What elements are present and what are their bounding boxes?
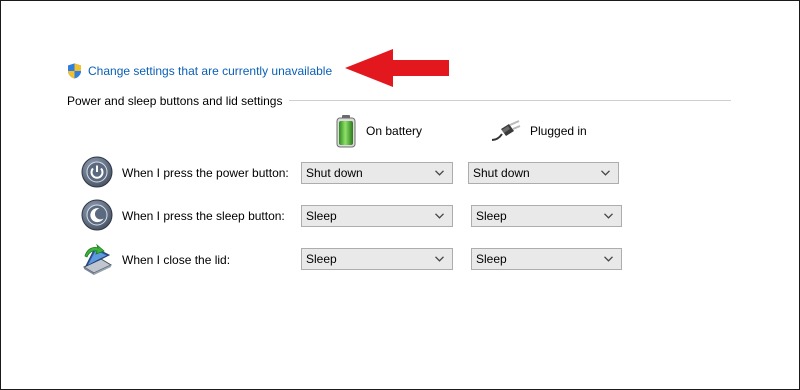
sleep-button-icon	[81, 199, 113, 231]
change-settings-row[interactable]: Change settings that are currently unava…	[67, 62, 332, 80]
sleep-button-on-battery-select[interactable]: Sleep	[301, 205, 453, 227]
chevron-down-icon	[435, 170, 444, 176]
uac-shield-icon	[68, 63, 81, 79]
chevron-down-icon	[435, 213, 444, 219]
chevron-down-icon	[435, 256, 444, 262]
laptop-lid-icon	[82, 243, 113, 275]
close-lid-plugged-in-value: Sleep	[476, 252, 507, 266]
power-plug-icon	[491, 120, 521, 141]
sleep-button-plugged-in-value: Sleep	[476, 209, 507, 223]
sleep-button-on-battery-value: Sleep	[306, 209, 337, 223]
change-settings-link[interactable]: Change settings that are currently unava…	[88, 64, 332, 78]
column-header-plugged-in: Plugged in	[491, 119, 587, 143]
chevron-down-icon	[604, 256, 613, 262]
power-button-label: When I press the power button:	[122, 166, 289, 180]
power-button-plugged-in-select[interactable]: Shut down	[468, 162, 619, 184]
sleep-button-plugged-in-select[interactable]: Sleep	[471, 205, 622, 227]
close-lid-on-battery-value: Sleep	[306, 252, 337, 266]
close-lid-label: When I close the lid:	[122, 253, 231, 267]
power-button-plugged-in-value: Shut down	[473, 166, 530, 180]
column-header-on-battery: On battery	[335, 114, 422, 148]
column-label-on-battery: On battery	[366, 124, 423, 138]
chevron-down-icon	[604, 213, 613, 219]
chevron-down-icon	[601, 170, 610, 176]
sleep-button-label: When I press the sleep button:	[122, 209, 285, 223]
close-lid-on-battery-select[interactable]: Sleep	[301, 248, 453, 270]
power-button-on-battery-value: Shut down	[306, 166, 363, 180]
section-divider	[289, 100, 731, 101]
battery-icon	[336, 115, 356, 148]
power-button-icon	[81, 156, 113, 188]
red-arrow-icon	[345, 49, 449, 87]
section-title: Power and sleep buttons and lid settings	[67, 94, 283, 108]
power-options-window: Change settings that are currently unava…	[0, 0, 800, 390]
column-label-plugged-in: Plugged in	[530, 124, 587, 138]
power-button-on-battery-select[interactable]: Shut down	[301, 162, 453, 184]
close-lid-plugged-in-select[interactable]: Sleep	[471, 248, 622, 270]
